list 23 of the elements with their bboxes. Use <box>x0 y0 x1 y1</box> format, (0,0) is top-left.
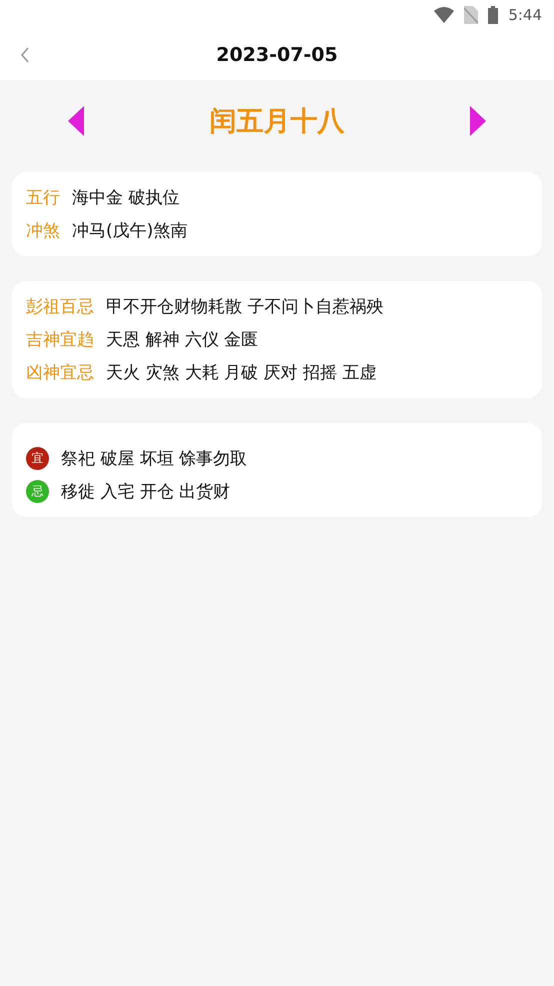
row-value: 甲不开仓财物耗散 子不问卜自惹祸殃 <box>106 296 384 318</box>
advice-text: 祭祀 破屋 坏垣 馀事勿取 <box>61 448 248 470</box>
status-time: 5:44 <box>508 6 542 24</box>
battery-icon <box>488 6 498 24</box>
row-value: 冲马(戊午)煞南 <box>72 220 188 242</box>
page-title: 2023-07-05 <box>216 44 338 66</box>
row-label: 彭祖百忌 <box>26 296 94 318</box>
row-label: 冲煞 <box>26 220 60 242</box>
previous-button[interactable] <box>68 106 84 136</box>
row-value: 海中金 破执位 <box>72 187 180 209</box>
advice-badge: 宜 <box>26 447 49 470</box>
advice-badge: 忌 <box>26 480 49 503</box>
row-label: 五行 <box>26 187 60 209</box>
row-value: 天火 灾煞 大耗 月破 厌对 招摇 五虚 <box>106 362 376 384</box>
advice-text: 移徙 入宅 开仓 出货财 <box>61 481 230 503</box>
next-button[interactable] <box>470 106 486 136</box>
row-value: 天恩 解神 六仪 金匮 <box>106 329 258 351</box>
wifi-icon <box>434 7 454 23</box>
row-label: 吉神宜趋 <box>26 329 94 351</box>
back-icon <box>20 47 30 63</box>
row-label: 凶神宜忌 <box>26 362 94 384</box>
no-sim-icon <box>464 6 478 24</box>
lunar-date: 闰五月十八 <box>210 105 344 139</box>
